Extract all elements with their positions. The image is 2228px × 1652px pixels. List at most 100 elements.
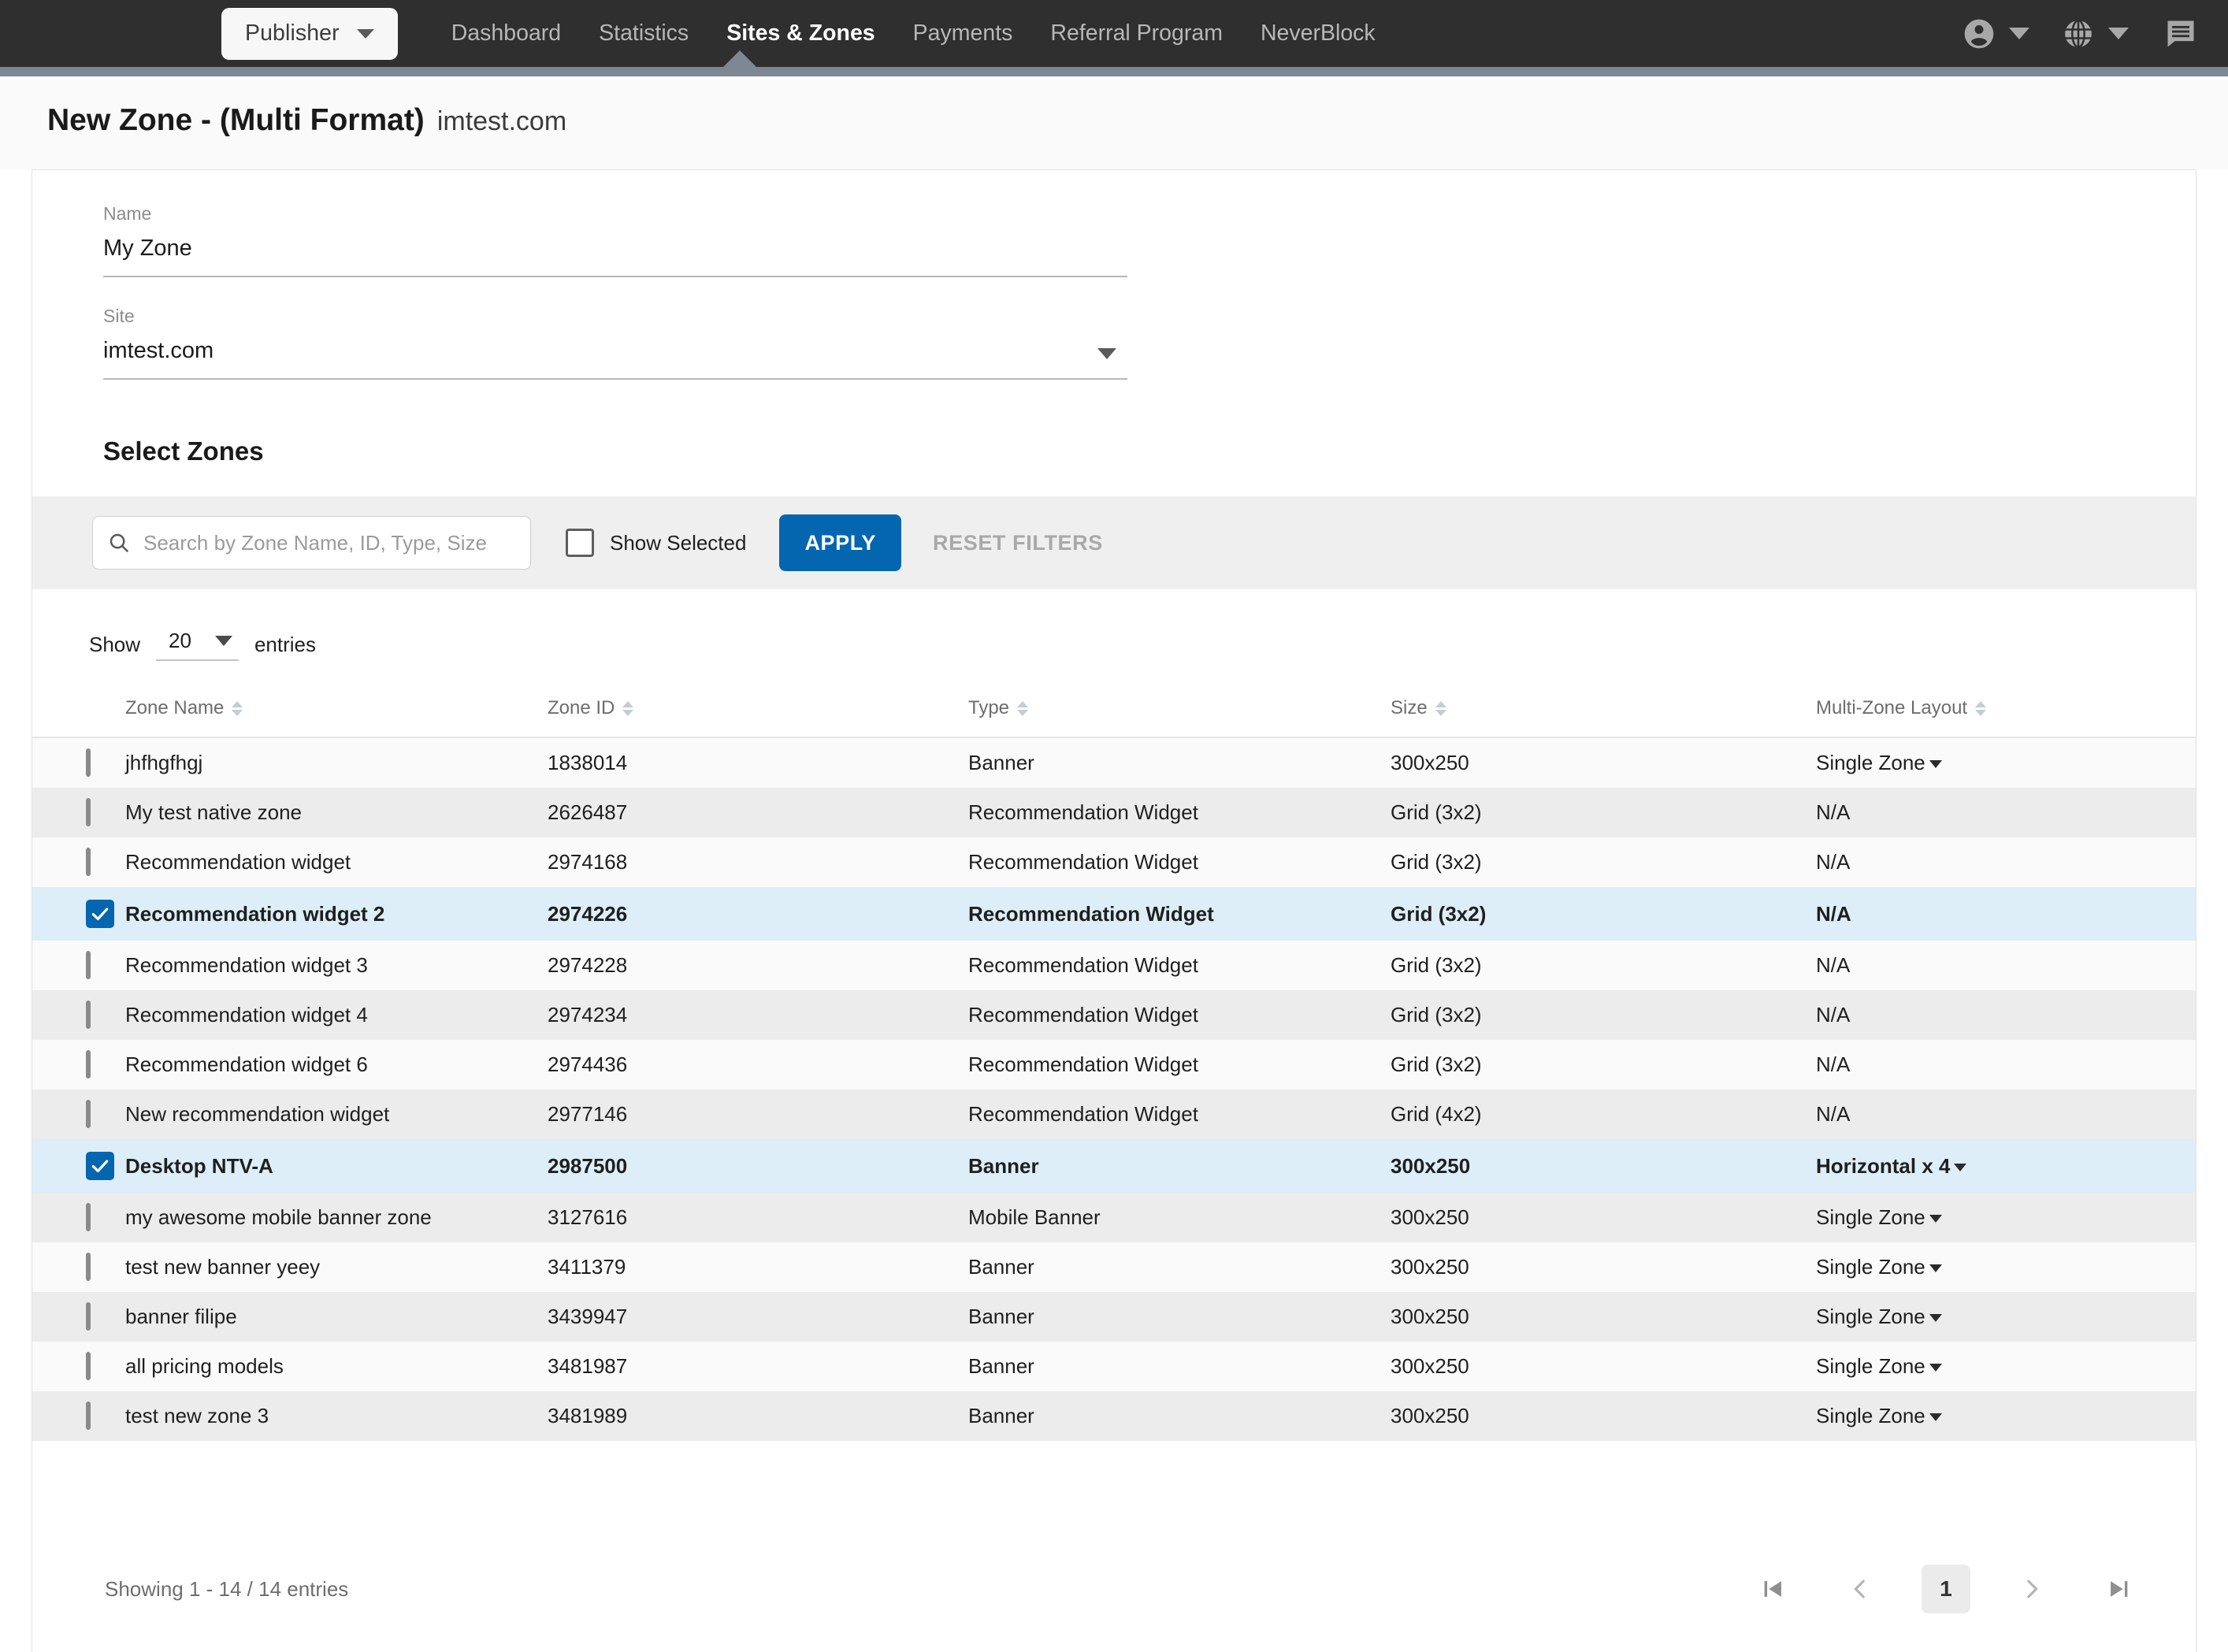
layout-chevron-down-icon[interactable]	[1929, 1413, 1942, 1421]
row-multi-zone-layout[interactable]: Single Zone	[1816, 1292, 2196, 1342]
row-checkbox-unchecked[interactable]	[86, 848, 91, 876]
row-checkbox-unchecked[interactable]	[86, 951, 91, 979]
next-page-icon[interactable]	[2002, 1565, 2062, 1613]
search-input[interactable]	[143, 530, 516, 555]
row-multi-zone-layout[interactable]: Single Zone	[1816, 1391, 2196, 1441]
table-row[interactable]: Desktop NTV-A 2987500 Banner 300x250 Horizon…	[32, 1139, 2196, 1193]
previous-page-icon[interactable]	[1830, 1565, 1890, 1613]
row-checkbox-unchecked[interactable]	[86, 1253, 91, 1281]
row-multi-zone-layout-label: Single Zone	[1816, 1205, 1925, 1229]
row-multi-zone-layout[interactable]: Single Zone	[1816, 1193, 2196, 1242]
row-type: Banner	[968, 1354, 1034, 1378]
nav-item-dashboard[interactable]: Dashboard	[433, 20, 580, 46]
sort-arrows-icon[interactable]	[622, 700, 634, 716]
row-checkbox-cell	[32, 1342, 125, 1391]
table-row[interactable]: Recommendation widget 4 2974234 Recommenda…	[32, 990, 2196, 1040]
name-field-group: Name My Zone	[103, 203, 1127, 277]
row-checkbox-unchecked[interactable]	[86, 1352, 91, 1380]
row-checkbox-cell	[32, 990, 125, 1040]
table-row[interactable]: banner filipe 3439947 Banner 300x250 Single …	[32, 1292, 2196, 1342]
last-page-icon[interactable]	[2089, 1565, 2148, 1613]
layout-chevron-down-icon[interactable]	[1929, 760, 1942, 768]
row-multi-zone-layout[interactable]: Horizontal x 4	[1816, 1139, 2196, 1193]
table-row[interactable]: Recommendation widget 6 2974436 Recommenda…	[32, 1040, 2196, 1090]
header-multi-zone-layout[interactable]: Multi-Zone Layout	[1816, 689, 2196, 738]
row-multi-zone-layout[interactable]: Single Zone	[1816, 737, 2196, 788]
row-type: Banner	[968, 1305, 1034, 1328]
row-checkbox-unchecked[interactable]	[86, 798, 91, 826]
row-checkbox-unchecked[interactable]	[86, 1302, 91, 1331]
row-checkbox-unchecked[interactable]	[86, 748, 91, 777]
header-type[interactable]: Type	[968, 689, 1391, 738]
table-row[interactable]: Recommendation widget 2974168 Recommendati…	[32, 837, 2196, 887]
first-page-icon[interactable]	[1743, 1565, 1803, 1613]
row-type: Recommendation Widget	[968, 953, 1198, 977]
header-type-label: Type	[968, 697, 1010, 718]
table-row[interactable]: Recommendation widget 3 2974228 Recommenda…	[32, 941, 2196, 990]
row-checkbox-checked[interactable]	[86, 1152, 114, 1180]
row-multi-zone-layout-label: Single Zone	[1816, 1255, 1925, 1279]
search-box[interactable]	[92, 516, 531, 570]
row-checkbox-unchecked[interactable]	[86, 1203, 91, 1231]
row-type: Banner	[968, 751, 1034, 774]
sort-arrows-icon[interactable]	[1435, 700, 1446, 716]
site-select[interactable]: imtest.com	[103, 338, 1127, 380]
table-row[interactable]: test new banner yeey 3411379 Banner 300x250…	[32, 1242, 2196, 1292]
table-row[interactable]: My test native zone 2626487 Recommendation…	[32, 788, 2196, 837]
nav-item-sites-and-zones[interactable]: Sites & Zones	[707, 20, 893, 46]
table-row[interactable]: test new zone 3 3481989 Banner 300x250 Singl…	[32, 1391, 2196, 1441]
nav-item-neverblock[interactable]: NeverBlock	[1242, 20, 1394, 46]
header-size[interactable]: Size	[1391, 689, 1816, 738]
row-multi-zone-layout[interactable]: Single Zone	[1816, 1342, 2196, 1391]
show-selected-toggle[interactable]: Show Selected	[566, 529, 746, 557]
layout-chevron-down-icon[interactable]	[1954, 1163, 1967, 1171]
layout-chevron-down-icon[interactable]	[1929, 1264, 1942, 1272]
table-row[interactable]: my awesome mobile banner zone 3127616 Mobi…	[32, 1193, 2196, 1242]
table-row[interactable]: New recommendation widget 2977146 Recommen…	[32, 1090, 2196, 1139]
row-zone-name: Desktop NTV-A	[125, 1153, 273, 1178]
table-row[interactable]: jhfhgfhgj 1838014 Banner 300x250 Single Zone	[32, 737, 2196, 788]
row-checkbox-checked[interactable]	[86, 900, 114, 928]
sort-arrows-icon[interactable]	[1017, 700, 1029, 716]
layout-chevron-down-icon[interactable]	[1929, 1364, 1942, 1372]
entries-per-page-select[interactable]: 20	[156, 629, 239, 661]
globe-icon[interactable]	[2061, 17, 2096, 51]
apply-button[interactable]: APPLY	[779, 514, 901, 571]
row-zone-name: My test native zone	[125, 800, 302, 824]
layout-chevron-down-icon[interactable]	[1929, 1215, 1942, 1223]
sort-arrows-icon[interactable]	[1975, 700, 1987, 716]
row-size: Grid (3x2)	[1391, 800, 1482, 824]
row-checkbox-unchecked[interactable]	[86, 1050, 91, 1078]
row-multi-zone-layout[interactable]: Single Zone	[1816, 1242, 2196, 1292]
row-checkbox-unchecked[interactable]	[86, 1401, 91, 1430]
row-zone-id: 2974228	[548, 953, 628, 977]
header-zone-id[interactable]: Zone ID	[548, 689, 968, 738]
publisher-dropdown-button[interactable]: Publisher	[221, 7, 398, 60]
layout-chevron-down-icon[interactable]	[1929, 1314, 1942, 1322]
zone-filter-bar: Show Selected APPLY RESET FILTERS	[32, 496, 2196, 589]
show-selected-checkbox[interactable]	[566, 529, 594, 557]
row-zone-name: Recommendation widget 3	[125, 953, 368, 977]
message-icon[interactable]	[2163, 17, 2198, 51]
row-zone-name: my awesome mobile banner zone	[125, 1205, 432, 1229]
table-row[interactable]: all pricing models 3481987 Banner 300x250 Si…	[32, 1342, 2196, 1391]
name-input[interactable]: My Zone	[103, 236, 1127, 277]
site-select-chevron-down-icon[interactable]	[1097, 348, 1116, 359]
nav-item-referral-program[interactable]: Referral Program	[1031, 20, 1242, 46]
table-row[interactable]: Recommendation widget 2 2974226 Recommenda…	[32, 887, 2196, 941]
account-circle-icon[interactable]	[1962, 17, 1996, 51]
language-chevron-down-icon[interactable]	[2108, 27, 2129, 40]
account-chevron-down-icon[interactable]	[2009, 27, 2029, 40]
nav-item-statistics[interactable]: Statistics	[580, 20, 707, 46]
row-multi-zone-layout: N/A	[1816, 887, 2196, 941]
page-number-1[interactable]: 1	[1922, 1565, 1970, 1613]
sort-arrows-icon[interactable]	[232, 700, 243, 716]
reset-filters-button[interactable]: RESET FILTERS	[933, 531, 1103, 555]
row-checkbox-unchecked[interactable]	[86, 1100, 91, 1128]
nav-left-group: Publisher Dashboard Statistics Sites & Z…	[221, 7, 1394, 60]
header-zone-name[interactable]: Zone Name	[125, 689, 548, 738]
row-zone-name: all pricing models	[125, 1354, 284, 1378]
row-checkbox-unchecked[interactable]	[86, 1000, 91, 1029]
row-zone-id: 3439947	[548, 1305, 628, 1328]
nav-item-payments[interactable]: Payments	[894, 20, 1032, 46]
